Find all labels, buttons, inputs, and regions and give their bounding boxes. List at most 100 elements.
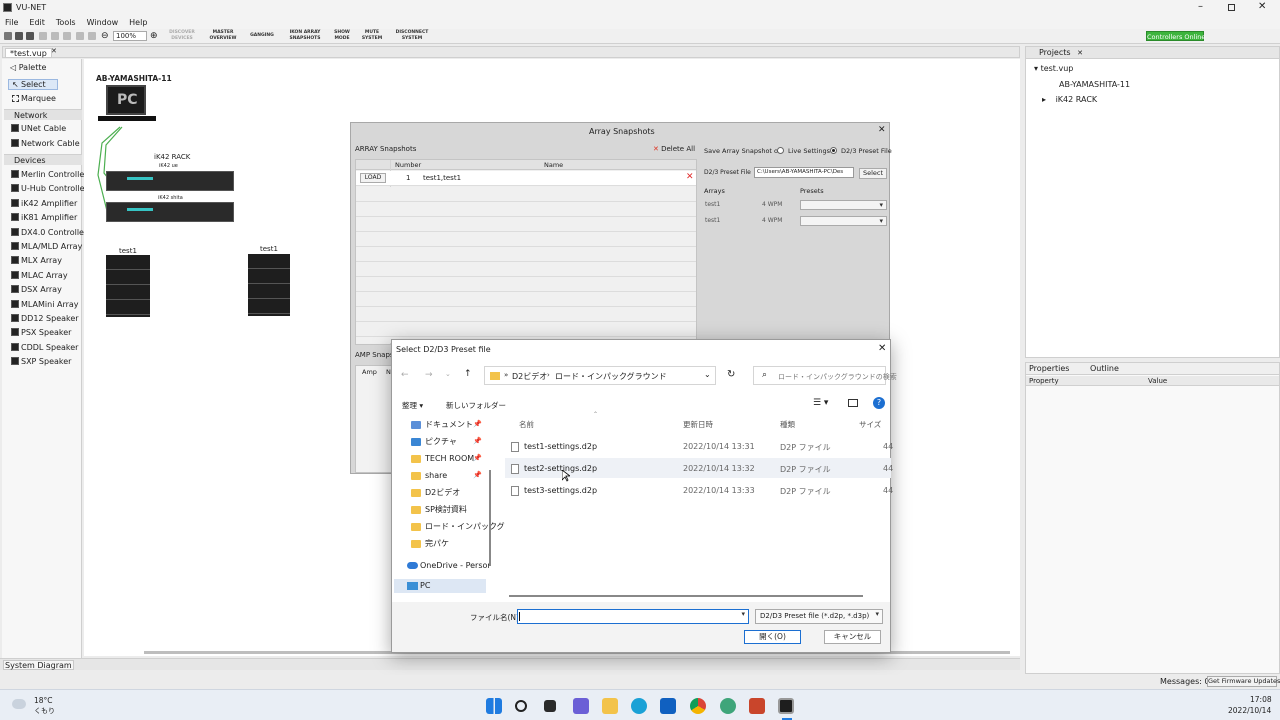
projects-close-icon[interactable]: ✕ <box>1073 49 1083 57</box>
nav-item[interactable]: 完パケ <box>425 539 449 549</box>
file-row[interactable]: test3-settings.d2p 2022/10/14 13:33 D2P ファ… <box>505 480 893 500</box>
refresh-icon[interactable]: ↻ <box>727 369 735 380</box>
recent-chevron-icon[interactable]: ⌄ <box>445 370 451 378</box>
menu-help[interactable]: Help <box>129 16 147 29</box>
network-cable-item[interactable]: Network Cable <box>21 139 80 149</box>
address-dropdown-icon[interactable]: ⌄ <box>704 370 711 379</box>
device-item[interactable]: iK81 Amplifier <box>21 213 77 223</box>
device-item[interactable]: DD12 Speaker <box>21 314 79 324</box>
amp1-device[interactable] <box>106 171 234 191</box>
device-item[interactable]: Merlin Controller <box>21 170 88 180</box>
help-icon[interactable]: ? <box>873 397 885 409</box>
array2-device[interactable] <box>248 254 290 316</box>
redo-icon[interactable] <box>88 32 96 40</box>
menu-tools[interactable]: Tools <box>56 16 76 29</box>
discover-devices-button[interactable]: DISCOVER DEVICES <box>162 30 202 41</box>
view-options-icon[interactable]: ☰ ▾ <box>813 398 828 408</box>
organize-button[interactable]: 整理 ▾ <box>402 400 423 411</box>
delete-all-button[interactable]: ✕ Delete All <box>653 145 695 153</box>
nav-item[interactable]: SP検討資料 <box>425 505 467 515</box>
app-taskbar-icon[interactable] <box>720 698 736 714</box>
maximize-icon[interactable] <box>1228 4 1235 11</box>
show-mode-button[interactable]: SHOW MODE <box>329 30 355 41</box>
paste-icon[interactable] <box>63 32 71 40</box>
filename-input[interactable] <box>517 609 749 624</box>
open-folder-icon[interactable] <box>15 32 23 40</box>
device-item[interactable]: MLA/MLD Array <box>21 242 82 252</box>
onedrive-item[interactable]: OneDrive - Persor <box>420 561 491 571</box>
editor-tab[interactable]: *test.vup <box>5 48 52 58</box>
project-child-pc[interactable]: AB-YAMASHITA-11 <box>1059 80 1130 89</box>
breadcrumb-1[interactable]: D2ビデオ <box>512 371 547 382</box>
nav-item[interactable]: ドキュメント <box>425 420 473 430</box>
marquee-tool[interactable]: Marquee <box>21 94 56 104</box>
address-bar[interactable]: » D2ビデオ › ロード・インパックグラウンド ⌄ <box>484 366 716 385</box>
device-item[interactable]: U-Hub Controller <box>21 184 88 194</box>
amp2-device[interactable] <box>106 202 234 222</box>
date-column-header[interactable]: 更新日時 <box>683 419 713 430</box>
firmware-updates-button[interactable]: Get Firmware Updates <box>1207 676 1280 687</box>
close-icon[interactable]: ✕ <box>1258 1 1266 12</box>
powerpoint-icon[interactable] <box>749 698 765 714</box>
breadcrumb-2[interactable]: ロード・インパックグラウンド <box>555 371 667 382</box>
search-box[interactable]: ⌕ ロード・インパックグラウンドの検索 <box>753 366 897 385</box>
search-taskbar-icon[interactable] <box>515 700 527 712</box>
type-column-header[interactable]: 種類 <box>780 419 795 430</box>
delete-row-icon[interactable]: ✕ <box>686 172 694 182</box>
snapshots-close-icon[interactable]: ✕ <box>878 125 886 135</box>
nav-item[interactable]: D2ビデオ <box>425 488 460 498</box>
tab-close-icon[interactable]: ✕ <box>51 47 57 55</box>
zoom-level[interactable]: 100% <box>113 31 147 41</box>
device-item[interactable]: CDDL Speaker <box>21 343 78 353</box>
chat-icon[interactable] <box>573 698 589 714</box>
menu-file[interactable]: File <box>5 16 18 29</box>
pc-item[interactable]: PC <box>420 581 430 591</box>
devices-category[interactable]: Devices <box>4 154 82 165</box>
select-file-button[interactable]: Select <box>859 168 887 179</box>
preview-pane-icon[interactable] <box>848 399 858 407</box>
device-item[interactable]: SXP Speaker <box>21 357 71 367</box>
nav-item[interactable]: ロード・インパックグ <box>425 522 505 532</box>
network-category[interactable]: Network <box>4 109 82 120</box>
project-root[interactable]: ▾ test.vup <box>1034 64 1073 73</box>
properties-tab[interactable]: Properties <box>1029 364 1069 373</box>
device-item[interactable]: PSX Speaker <box>21 328 71 338</box>
size-column-header[interactable]: サイズ <box>859 419 881 430</box>
ikon-array-snapshots-button[interactable]: IKON ARRAY SNAPSHOTS <box>283 30 327 41</box>
master-overview-button[interactable]: MASTER OVERVIEW <box>204 30 242 41</box>
device-item[interactable]: MLAMini Array <box>21 300 79 310</box>
copy-icon[interactable] <box>51 32 59 40</box>
name-column-header[interactable]: 名前 <box>519 419 534 430</box>
disconnect-system-button[interactable]: DISCONNECT SYSTEM <box>390 30 434 41</box>
cancel-button[interactable]: キャンセル <box>824 630 881 644</box>
forward-arrow-icon[interactable]: → <box>425 370 433 380</box>
windows-start-icon[interactable] <box>486 698 502 714</box>
file-dialog-close-icon[interactable]: ✕ <box>878 343 886 354</box>
new-file-icon[interactable] <box>4 32 12 40</box>
mute-system-button[interactable]: MUTE SYSTEM <box>357 30 387 41</box>
snapshot-row[interactable]: LOAD 1 test1,test1 ✕ <box>356 171 696 186</box>
nav-item[interactable]: ピクチャ <box>425 437 457 447</box>
device-item[interactable]: DX4.0 Controller <box>21 228 87 238</box>
up-arrow-icon[interactable]: ↑ <box>464 369 472 379</box>
weather-temp[interactable]: 18°C <box>34 696 53 705</box>
nav-scrollbar[interactable] <box>489 470 491 566</box>
nav-item[interactable]: TECH ROOM <box>425 454 474 464</box>
cut-icon[interactable] <box>39 32 47 40</box>
outline-tab[interactable]: Outline <box>1072 364 1119 373</box>
task-view-icon[interactable] <box>544 700 556 712</box>
device-item[interactable]: MLX Array <box>21 256 62 266</box>
undo-icon[interactable] <box>76 32 84 40</box>
save-icon[interactable] <box>26 32 34 40</box>
chrome-icon[interactable] <box>690 698 706 714</box>
preset-file-path[interactable]: C:\Users\AB-YAMASHITA-PC\Des <box>754 167 854 178</box>
back-arrow-icon[interactable]: ← <box>401 370 409 380</box>
system-diagram-tab[interactable]: System Diagram <box>3 660 74 670</box>
minimize-icon[interactable]: – <box>1198 1 1203 12</box>
device-item[interactable]: MLAC Array <box>21 271 68 281</box>
array-2-preset-select[interactable] <box>800 216 887 226</box>
live-settings-radio[interactable] <box>777 147 784 154</box>
outlook-icon[interactable] <box>660 698 676 714</box>
file-type-filter[interactable]: D2/D3 Preset file (*.d2p, *.d3p) <box>755 609 883 624</box>
file-hscrollbar[interactable] <box>509 595 863 597</box>
